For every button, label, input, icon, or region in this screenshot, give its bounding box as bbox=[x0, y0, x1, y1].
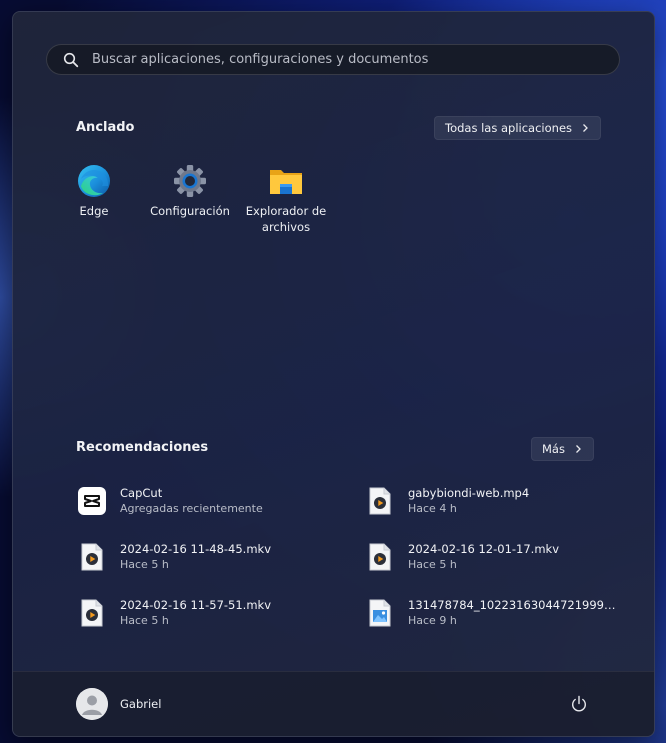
more-button[interactable]: Más bbox=[531, 437, 594, 461]
recommended-item-subtitle: Hace 9 h bbox=[408, 614, 457, 627]
more-label: Más bbox=[542, 442, 565, 456]
recommended-item-file[interactable]: 131478784_10223163044721999_800... Hace … bbox=[364, 591, 632, 635]
recommended-item-subtitle: Hace 5 h bbox=[120, 614, 169, 627]
start-menu: Anclado Todas las aplicaciones bbox=[12, 11, 655, 737]
edge-icon bbox=[77, 164, 111, 198]
recommended-item-file[interactable]: 2024-02-16 12-01-17.mkv Hace 5 h bbox=[364, 535, 632, 579]
start-footer: Gabriel bbox=[13, 671, 654, 736]
chevron-right-icon bbox=[580, 123, 590, 133]
recommended-item-name: 2024-02-16 12-01-17.mkv bbox=[408, 542, 560, 556]
recommended-item-name: CapCut bbox=[120, 486, 163, 500]
video-file-icon bbox=[364, 485, 396, 517]
user-name: Gabriel bbox=[120, 697, 162, 711]
folder-icon bbox=[269, 164, 303, 198]
recommended-item-file[interactable]: gabybiondi-web.mp4 Hace 4 h bbox=[364, 479, 632, 523]
search-box[interactable] bbox=[46, 44, 620, 75]
recommended-item-subtitle: Hace 4 h bbox=[408, 502, 457, 515]
recommended-item-name: gabybiondi-web.mp4 bbox=[408, 486, 530, 500]
search-icon bbox=[63, 52, 79, 68]
power-button[interactable] bbox=[569, 694, 589, 714]
pinned-app-edge[interactable]: Edge bbox=[46, 158, 142, 219]
pinned-app-settings[interactable]: Configuración bbox=[142, 158, 238, 219]
video-file-icon bbox=[76, 597, 108, 629]
pinned-title: Anclado bbox=[76, 120, 135, 135]
pinned-app-file-explorer[interactable]: Explorador de archivos bbox=[238, 158, 334, 235]
all-apps-label: Todas las aplicaciones bbox=[445, 121, 573, 135]
video-file-icon bbox=[364, 541, 396, 573]
power-icon bbox=[570, 695, 588, 713]
chevron-right-icon bbox=[573, 444, 583, 454]
recommended-item-file[interactable]: 2024-02-16 11-57-51.mkv Hace 5 h bbox=[76, 591, 344, 635]
avatar-icon bbox=[76, 688, 108, 720]
recommended-item-name: 2024-02-16 11-57-51.mkv bbox=[120, 598, 272, 612]
recommended-item-name: 2024-02-16 11-48-45.mkv bbox=[120, 542, 272, 556]
video-file-icon bbox=[76, 541, 108, 573]
all-apps-button[interactable]: Todas las aplicaciones bbox=[434, 116, 602, 140]
recommended-item-file[interactable]: 2024-02-16 11-48-45.mkv Hace 5 h bbox=[76, 535, 344, 579]
recommended-item-capcut[interactable]: CapCut Agregadas recientemente bbox=[76, 479, 344, 523]
recommended-item-subtitle: Hace 5 h bbox=[408, 558, 457, 571]
recommended-item-subtitle: Agregadas recientemente bbox=[120, 502, 263, 515]
recommended-item-name: 131478784_10223163044721999_800... bbox=[408, 598, 618, 612]
user-account-button[interactable]: Gabriel bbox=[76, 688, 161, 720]
image-file-icon bbox=[364, 597, 396, 629]
search-input[interactable] bbox=[90, 51, 619, 68]
pinned-app-label: Configuración bbox=[150, 204, 230, 218]
recommended-title: Recomendaciones bbox=[76, 440, 209, 455]
capcut-icon bbox=[76, 485, 108, 517]
pinned-app-label: Edge bbox=[79, 204, 109, 218]
pinned-app-label: Explorador de archivos bbox=[245, 204, 327, 234]
gear-icon bbox=[173, 164, 207, 198]
recommended-item-subtitle: Hace 5 h bbox=[120, 558, 169, 571]
